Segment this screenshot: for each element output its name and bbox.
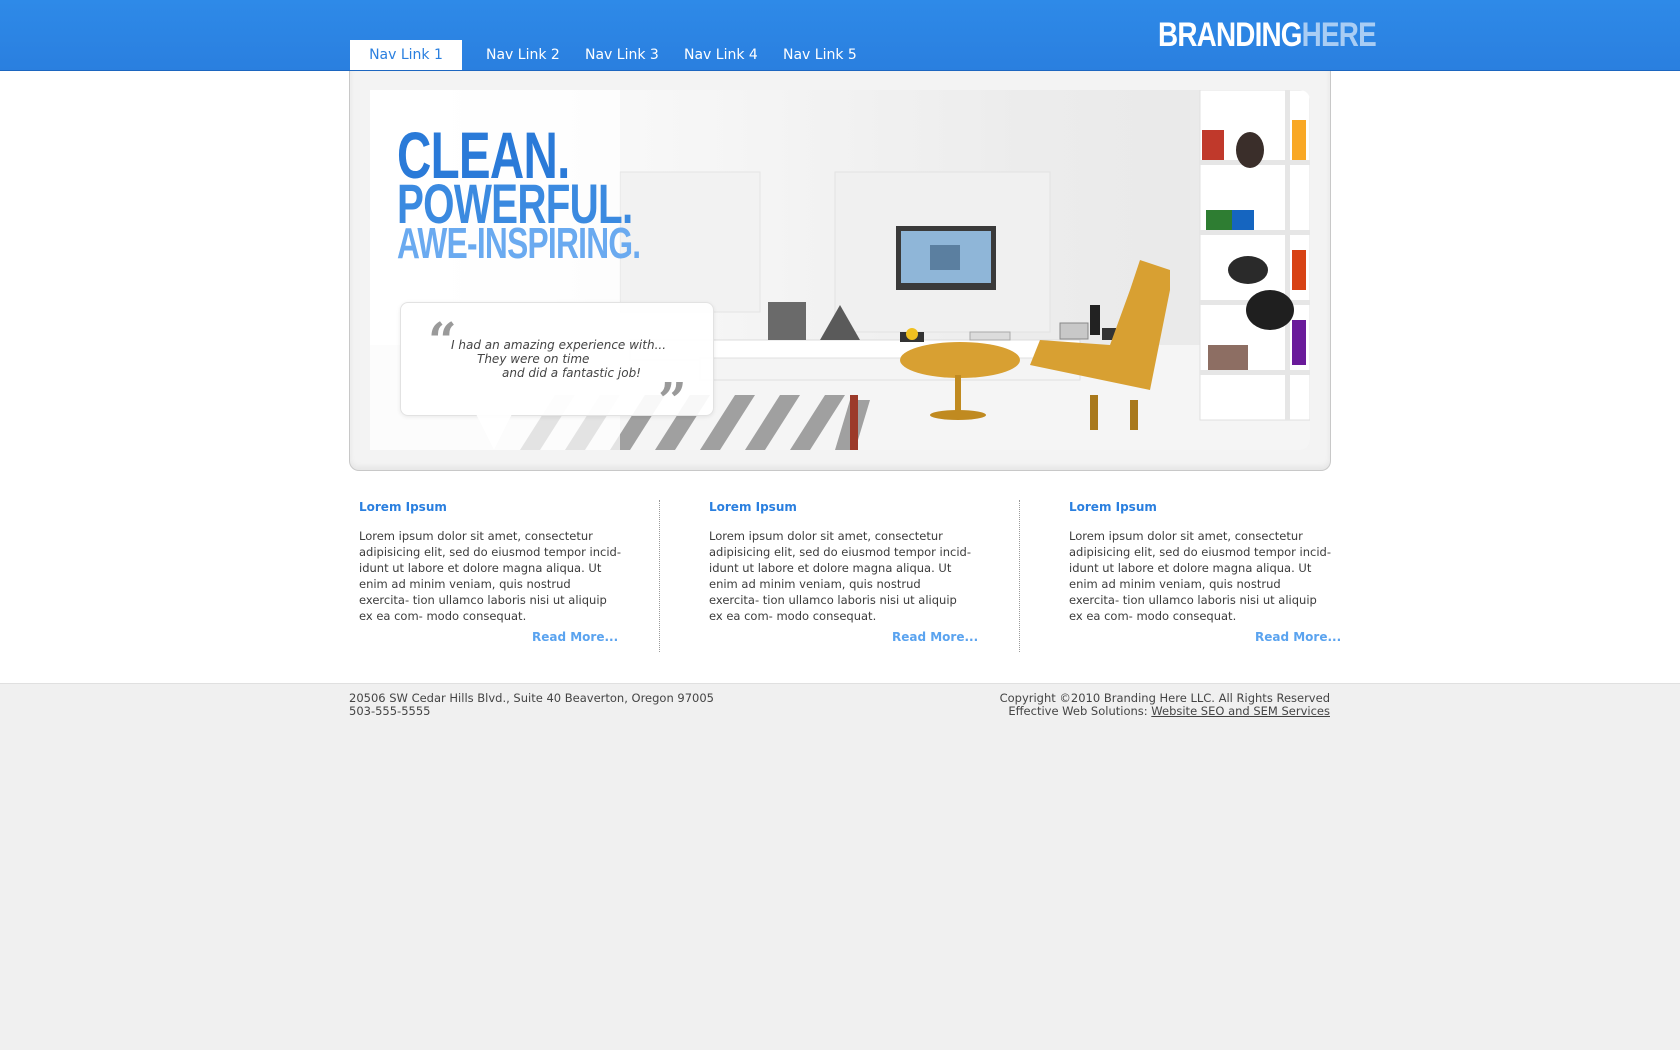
tv-icon [896, 226, 996, 290]
brand-logo-part2: HERE [1301, 16, 1377, 54]
read-more-link-1[interactable]: Read More... [532, 630, 618, 644]
close-quote-icon: ” [658, 371, 687, 430]
footer-solutions-label: Effective Web Solutions: [1008, 704, 1148, 718]
hero-headline-3: AWE-INSPIRING. [397, 219, 641, 268]
column-divider [659, 500, 660, 652]
column-body: Lorem ipsum dolor sit amet, consectetur … [709, 529, 971, 623]
bookshelf [1199, 90, 1310, 421]
column-divider [1019, 500, 1020, 652]
content-column-3: Lorem Ipsum Lorem ipsum dolor sit amet, … [1069, 500, 1339, 624]
footer-contact: 20506 SW Cedar Hills Blvd., Suite 40 Bea… [349, 692, 714, 718]
nav-link-4[interactable]: Nav Link 4 [684, 40, 758, 70]
testimonial-line-1: I had an amazing experience with... [451, 338, 667, 352]
column-body: Lorem ipsum dolor sit amet, consectetur … [1069, 529, 1331, 623]
nav-link-3[interactable]: Nav Link 3 [585, 40, 659, 70]
footer-solutions: Effective Web Solutions: Website SEO and… [1000, 705, 1330, 718]
content-column-1: Lorem Ipsum Lorem ipsum dolor sit amet, … [359, 500, 629, 624]
header-bar: Nav Link 1 Nav Link 2 Nav Link 3 Nav Lin… [0, 0, 1680, 71]
nav-link-5[interactable]: Nav Link 5 [783, 40, 857, 70]
footer-phone: 503-555-5555 [349, 704, 431, 718]
brand-logo-part1: BRANDING [1158, 16, 1303, 54]
testimonial-line-2: They were on time [477, 352, 590, 366]
column-title: Lorem Ipsum [709, 500, 797, 514]
content-column-2: Lorem Ipsum Lorem ipsum dolor sit amet, … [709, 500, 979, 624]
nav-link-2[interactable]: Nav Link 2 [486, 40, 560, 70]
testimonial-bubble-tail [476, 414, 512, 450]
footer-seo-link[interactable]: Website SEO and SEM Services [1151, 704, 1330, 718]
read-more-link-3[interactable]: Read More... [1255, 630, 1341, 644]
brand-logo[interactable]: BRANDINGHERE [1158, 16, 1377, 55]
nav-link-1[interactable]: Nav Link 1 [350, 40, 462, 70]
column-body: Lorem ipsum dolor sit amet, consectetur … [359, 529, 621, 623]
footer-legal: Copyright ©2010 Branding Here LLC. All R… [1000, 692, 1330, 718]
read-more-link-2[interactable]: Read More... [892, 630, 978, 644]
testimonial-line-3: and did a fantastic job! [502, 366, 641, 380]
column-title: Lorem Ipsum [1069, 500, 1157, 514]
column-title: Lorem Ipsum [359, 500, 447, 514]
